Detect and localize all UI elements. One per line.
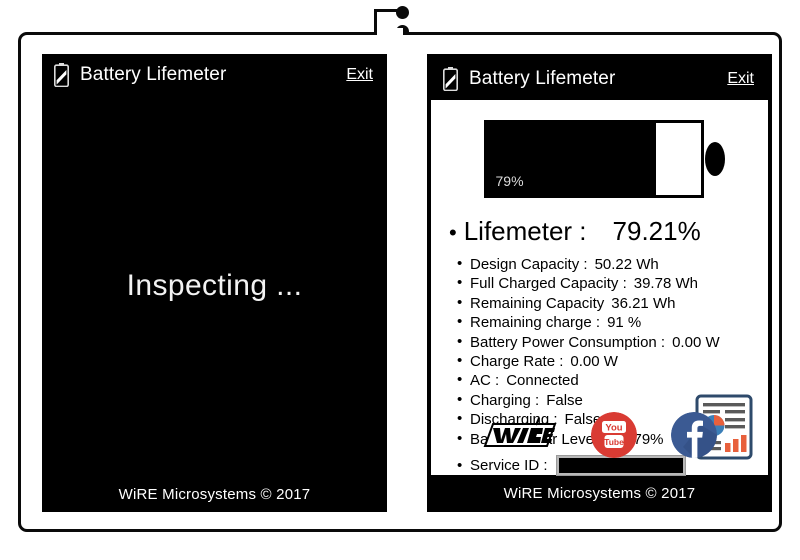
frame-top-notch — [377, 28, 403, 40]
detail-value: Connected — [506, 372, 579, 390]
lifemeter-label: Lifemeter : — [463, 216, 587, 246]
youtube-icon[interactable]: You Tube — [590, 412, 637, 463]
connector-wire-horizontal — [374, 9, 398, 12]
battery-gauge-terminal — [704, 142, 725, 176]
detail-row: Charge Rate : 0.00 W — [457, 351, 768, 371]
svg-text:You: You — [605, 422, 622, 433]
footer-left: WiRE Microsystems © 2017 — [42, 476, 387, 512]
lifemeter-headline: • Lifemeter : 79.21% — [449, 216, 768, 247]
svg-text:Tube: Tube — [604, 437, 624, 447]
connector-dot-top — [396, 6, 409, 19]
battery-gauge-percent-label: 79% — [495, 173, 524, 189]
battery-half-icon — [443, 67, 458, 91]
detail-row: Full Charged Capacity : 39.78 Wh — [457, 273, 768, 293]
titlebar-right: Battery Lifemeter Exit — [431, 58, 768, 100]
right-panel-body: 79% • Lifemeter : 79.21% Design Capacity… — [431, 100, 768, 477]
detail-label: Full Charged Capacity : — [470, 275, 627, 293]
window-left-inspecting: Battery Lifemeter Exit Inspecting ... Wi… — [42, 54, 387, 512]
inspecting-status-text: Inspecting ... — [126, 269, 303, 302]
social-links-row: You Tube — [431, 412, 768, 463]
detail-label: Design Capacity : — [470, 256, 588, 273]
detail-label: Remaining Capacity — [470, 294, 605, 312]
battery-half-icon — [54, 63, 69, 87]
detail-row: AC : Connected — [457, 370, 768, 390]
lifemeter-value: 79.21% — [612, 216, 701, 246]
detail-label: Charge Rate : — [470, 353, 564, 371]
bullet-icon: • — [449, 220, 457, 245]
detail-value: 50.22 Wh — [594, 256, 659, 273]
wire-logo-icon[interactable] — [483, 416, 557, 459]
detail-row: Remaining Capacity 36.21 Wh — [457, 293, 768, 313]
exit-button-left[interactable]: Exit — [346, 66, 373, 84]
detail-row: Battery Power Consumption : 0.00 W — [457, 332, 768, 352]
detail-row: Design Capacity : 50.22 Wh — [457, 254, 768, 274]
window-right-results: Battery Lifemeter Exit 79% • Lifemeter :… — [427, 54, 772, 512]
left-panel-body: Inspecting ... — [42, 96, 387, 476]
detail-label: Remaining charge : — [470, 314, 601, 332]
window-title-right: Battery Lifemeter — [469, 68, 616, 89]
detail-row: Remaining charge : 91 % — [457, 312, 768, 332]
footer-right: WiRE Microsystems © 2017 — [431, 475, 768, 512]
battery-gauge-body: 79% — [483, 120, 704, 198]
detail-value: 0.00 W — [570, 353, 618, 371]
detail-value: 39.78 Wh — [633, 275, 698, 293]
window-title-left: Battery Lifemeter — [80, 64, 227, 85]
detail-value: 36.21 Wh — [611, 294, 676, 312]
detail-value: 0.00 W — [672, 333, 720, 351]
detail-value: False — [546, 391, 583, 409]
battery-gauge: 79% — [483, 120, 725, 198]
detail-value: 91 % — [607, 314, 642, 332]
exit-button-right[interactable]: Exit — [727, 70, 754, 88]
detail-label: Battery Power Consumption : — [470, 333, 666, 351]
detail-label: AC : — [470, 372, 500, 390]
detail-label: Charging : — [470, 391, 540, 409]
facebook-icon[interactable] — [670, 412, 717, 463]
titlebar-left: Battery Lifemeter Exit — [42, 54, 387, 96]
